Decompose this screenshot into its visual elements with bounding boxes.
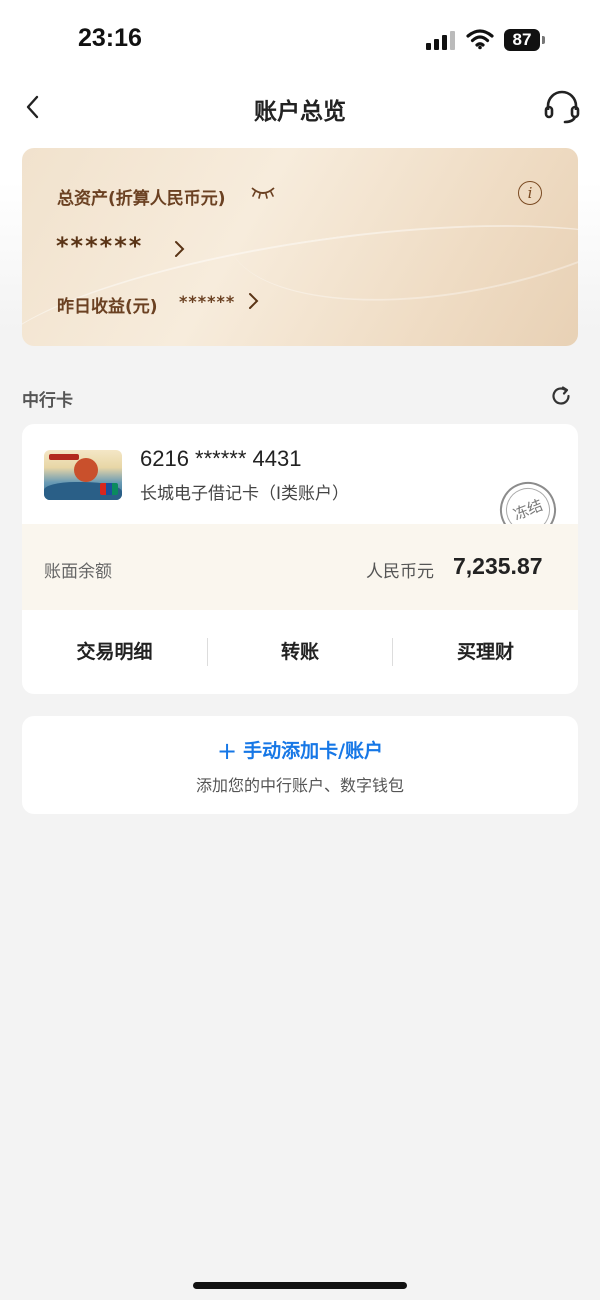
card-number: 6216 ****** 4431 xyxy=(140,446,302,471)
card-type: 长城电子借记卡（I类账户） xyxy=(140,484,350,504)
nav-bar: 账户总览 xyxy=(0,80,600,136)
balance-amount: 7,235.87 xyxy=(453,553,543,579)
plus-icon: + xyxy=(216,737,238,765)
add-card-title-text: 手动添加卡/账户 xyxy=(243,740,384,762)
total-assets-label: 总资产(折算人民币元) xyxy=(57,189,226,209)
total-assets-value[interactable]: ****** xyxy=(56,232,143,260)
status-time: 23:16 xyxy=(78,24,142,52)
balance-row: 账面余额 人民币元 7,235.87 xyxy=(22,524,578,610)
total-assets-card: 总资产(折算人民币元) i ****** 昨日收益(元) ****** xyxy=(22,148,578,346)
add-card-subtitle: 添加您的中行账户、数字钱包 xyxy=(195,776,404,795)
battery-icon: 87 xyxy=(504,29,540,51)
transfer-button[interactable]: 转账 xyxy=(208,610,392,694)
eye-closed-icon[interactable] xyxy=(250,184,276,200)
yesterday-income-label: 昨日收益(元) xyxy=(57,297,158,317)
home-indicator xyxy=(193,1282,407,1289)
card-actions: 交易明细 转账 买理财 xyxy=(22,610,578,694)
refresh-icon[interactable] xyxy=(550,385,572,407)
chevron-right-icon[interactable] xyxy=(248,292,260,310)
add-card-title: + 手动添加卡/账户 xyxy=(22,736,578,765)
transaction-details-button[interactable]: 交易明细 xyxy=(22,610,207,694)
yesterday-income-value[interactable]: ****** xyxy=(179,292,235,311)
info-icon[interactable]: i xyxy=(518,181,542,205)
chevron-right-icon[interactable] xyxy=(174,240,186,258)
buy-wealth-button[interactable]: 买理财 xyxy=(393,610,578,694)
balance-label: 账面余额 xyxy=(44,562,112,582)
card-image xyxy=(44,450,122,500)
unionpay-logo-icon xyxy=(100,483,118,495)
signal-icon xyxy=(426,30,456,50)
battery-tip xyxy=(542,36,545,44)
balance-currency: 人民币元 xyxy=(366,562,434,582)
status-bar: 23:16 87 xyxy=(0,0,600,80)
headset-icon[interactable] xyxy=(543,88,581,126)
section-title: 中行卡 xyxy=(22,391,73,411)
bank-card[interactable]: 6216 ****** 4431 长城电子借记卡（I类账户） 冻结 账面余额 人… xyxy=(22,424,578,694)
wifi-icon xyxy=(466,29,494,50)
page-title: 账户总览 xyxy=(254,99,346,125)
add-card-button[interactable]: + 手动添加卡/账户 添加您的中行账户、数字钱包 xyxy=(22,716,578,814)
